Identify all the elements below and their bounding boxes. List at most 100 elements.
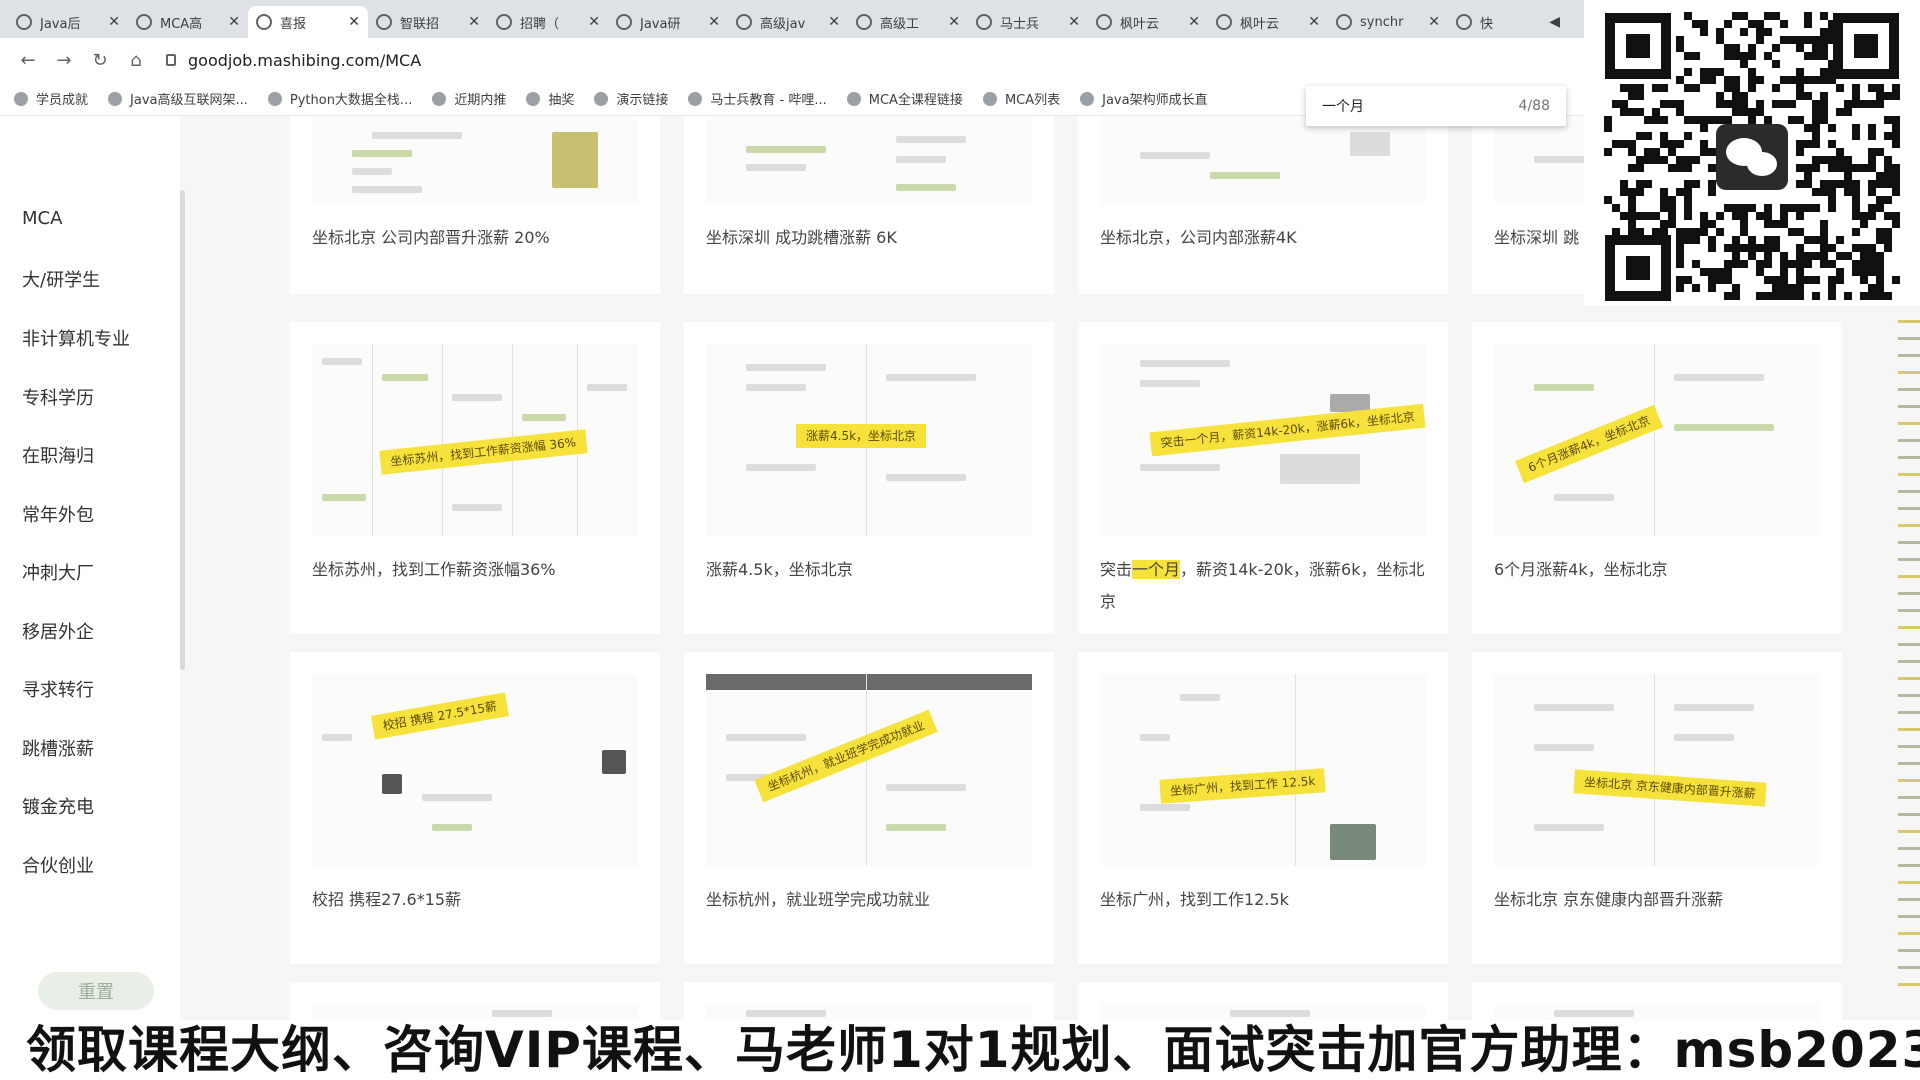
tab-mca[interactable]: MCA高 ✕ [128,6,248,38]
close-icon[interactable]: ✕ [1428,14,1440,30]
tab-advanced-engineer[interactable]: 高级工 ✕ [848,6,968,38]
card-caption: 坐标北京，公司内部涨薪4K [1100,228,1297,247]
success-card[interactable]: 坐标北京，公司内部涨薪4K [1078,116,1448,294]
edge-stripe [1898,643,1920,646]
edge-stripe [1898,558,1920,561]
sidebar-item-junior-college[interactable]: 专科学历 [22,384,94,410]
close-icon[interactable]: ✕ [108,14,120,30]
back-arrow-icon[interactable]: ← [12,44,44,76]
bookmark-icon [526,91,541,106]
bookmark-item[interactable]: 演示链接 [594,89,668,108]
tab-zhaopin[interactable]: 招聘（ ✕ [488,6,608,38]
success-card[interactable]: 坐标深圳 成功跳槽涨薪 6K [684,116,1054,294]
close-icon[interactable]: ✕ [1188,14,1200,30]
edge-stripe [1898,592,1920,595]
address-url: goodjob.mashibing.com/MCA [188,50,422,70]
tab-synchr[interactable]: synchr ✕ [1328,6,1448,38]
success-card[interactable]: 校招 携程 27.5*15薪 校招 携程27.6*15薪 [290,652,660,964]
bookmark-label: MCA列表 [1004,93,1061,108]
sidebar-item-foreign-company[interactable]: 移居外企 [22,618,94,644]
bookmark-item[interactable]: Java高级互联网架... [108,89,248,108]
tab-fengyeyun-1[interactable]: 枫叶云 ✕ [1088,6,1208,38]
close-icon[interactable]: ✕ [228,14,240,30]
reload-icon[interactable]: ↻ [84,44,116,76]
tab-fengyeyun-2[interactable]: 枫叶云 ✕ [1208,6,1328,38]
reset-button[interactable]: 重置 [38,972,154,1010]
tab-java[interactable]: Java后 ✕ [8,6,128,38]
close-icon[interactable]: ✕ [348,14,360,30]
home-icon[interactable]: ⌂ [120,44,152,76]
sidebar-item-big-tech[interactable]: 冲刺大厂 [22,559,94,585]
tab-kuai[interactable]: 快 ◀ [1448,6,1568,38]
tab-java-research[interactable]: Java研 ✕ [608,6,728,38]
success-card[interactable]: 涨薪4.5k，坐标北京 涨薪4.5k，坐标北京 [684,322,1054,634]
find-query[interactable]: 一个月 [1322,96,1519,116]
card-screenshot: 校招 携程 27.5*15薪 [312,674,638,866]
close-icon[interactable]: ✕ [588,14,600,30]
success-card[interactable]: 坐标北京 京东健康内部晋升涨薪 坐标北京 京东健康内部晋升涨薪 [1472,652,1842,964]
close-icon[interactable]: ✕ [828,14,840,30]
bookmark-item[interactable]: 近期内推 [432,89,506,108]
success-card[interactable]: 坐标广州，找到工作 12.5k 坐标广州，找到工作12.5k [1078,652,1448,964]
bookmark-item[interactable]: Java架构师成长直 [1080,89,1208,108]
card-caption: 校招 携程27.6*15薪 [312,890,462,909]
tab-zhilian[interactable]: 智联招 ✕ [368,6,488,38]
tab-advanced-java[interactable]: 高级jav ✕ [728,6,848,38]
sidebar-item-students[interactable]: 大/研学生 [22,266,100,292]
card-screenshot: 6个月涨薪4k，坐标北京 [1494,344,1820,536]
address-bar[interactable]: goodjob.mashibing.com/MCA [166,44,421,76]
sidebar-item-startup[interactable]: 合伙创业 [22,852,94,878]
sidebar-item-outsourcing[interactable]: 常年外包 [22,501,94,527]
sidebar-scrollbar[interactable] [180,190,185,670]
close-icon[interactable]: ✕ [1068,14,1080,30]
site-favicon-icon [616,14,632,30]
sidebar-item-job-hop[interactable]: 跳槽涨薪 [22,735,94,761]
sidebar-item-non-cs[interactable]: 非计算机专业 [22,325,130,351]
bookmark-item[interactable]: 学员成就 [14,89,88,108]
bookmark-item[interactable]: MCA列表 [982,89,1061,108]
forward-arrow-icon[interactable]: → [48,44,80,76]
edge-stripe [1898,728,1920,731]
bookmark-item[interactable]: 抽奖 [526,89,574,108]
edge-stripe [1898,405,1920,408]
bookmark-label: 马士兵教育 - 哔哩... [710,93,827,108]
card-screenshot [312,116,638,204]
tab-mashibing[interactable]: 马士兵 ✕ [968,6,1088,38]
sidebar-item-career-change[interactable]: 寻求转行 [22,676,94,702]
search-highlight: 一个月 [1132,560,1181,579]
bookmark-label: 演示链接 [616,93,669,108]
edge-stripe [1898,609,1920,612]
close-icon[interactable]: ✕ [468,14,480,30]
speaker-icon[interactable]: ◀ [1549,14,1560,30]
success-card[interactable]: 坐标苏州，找到工作薪资涨幅 36% 坐标苏州，找到工作薪资涨幅36% [290,322,660,634]
success-card[interactable]: 坐标杭州，就业班学完成功就业 坐标杭州，就业班学完成功就业 [684,652,1054,964]
success-card[interactable]: 坐标北京 公司内部晋升涨薪 20% [290,116,660,294]
close-icon[interactable]: ✕ [948,14,960,30]
find-bar[interactable]: 一个月 4/88 [1306,86,1566,126]
bookmark-item[interactable]: 马士兵教育 - 哔哩... [688,89,827,108]
site-favicon-icon [16,14,32,30]
site-favicon-icon [1216,14,1232,30]
edge-stripe [1898,779,1920,782]
tab-xibao[interactable]: 喜报 ✕ [248,6,368,38]
bookmark-item[interactable]: MCA全课程链接 [846,89,963,108]
sidebar-item-returnee[interactable]: 在职海归 [22,442,94,468]
sidebar-item-upskill[interactable]: 镀金充电 [22,793,94,819]
edge-stripe [1898,881,1920,884]
site-favicon-icon [976,14,992,30]
card-screenshot: 涨薪4.5k，坐标北京 [706,344,1032,536]
card-banner: 坐标北京 京东健康内部晋升涨薪 [1573,769,1767,807]
site-favicon-icon [1456,14,1472,30]
bookmark-icon [982,91,997,106]
close-icon[interactable]: ✕ [708,14,720,30]
bookmark-icon [267,91,282,106]
close-icon[interactable]: ✕ [1308,14,1320,30]
success-card[interactable]: 6个月涨薪4k，坐标北京 6个月涨薪4k，坐标北京 [1472,322,1842,634]
bookmark-item[interactable]: Python大数据全栈... [267,89,412,108]
success-card[interactable]: 突击一个月，薪资14k-20k，涨薪6k，坐标北京 突击一个月，薪资14k-20… [1078,322,1448,634]
card-banner: 坐标广州，找到工作 12.5k [1159,768,1327,804]
edge-stripe [1898,439,1920,442]
site-favicon-icon [736,14,752,30]
sidebar-item-mca[interactable]: MCA [22,208,62,229]
edge-stripe [1898,422,1920,425]
